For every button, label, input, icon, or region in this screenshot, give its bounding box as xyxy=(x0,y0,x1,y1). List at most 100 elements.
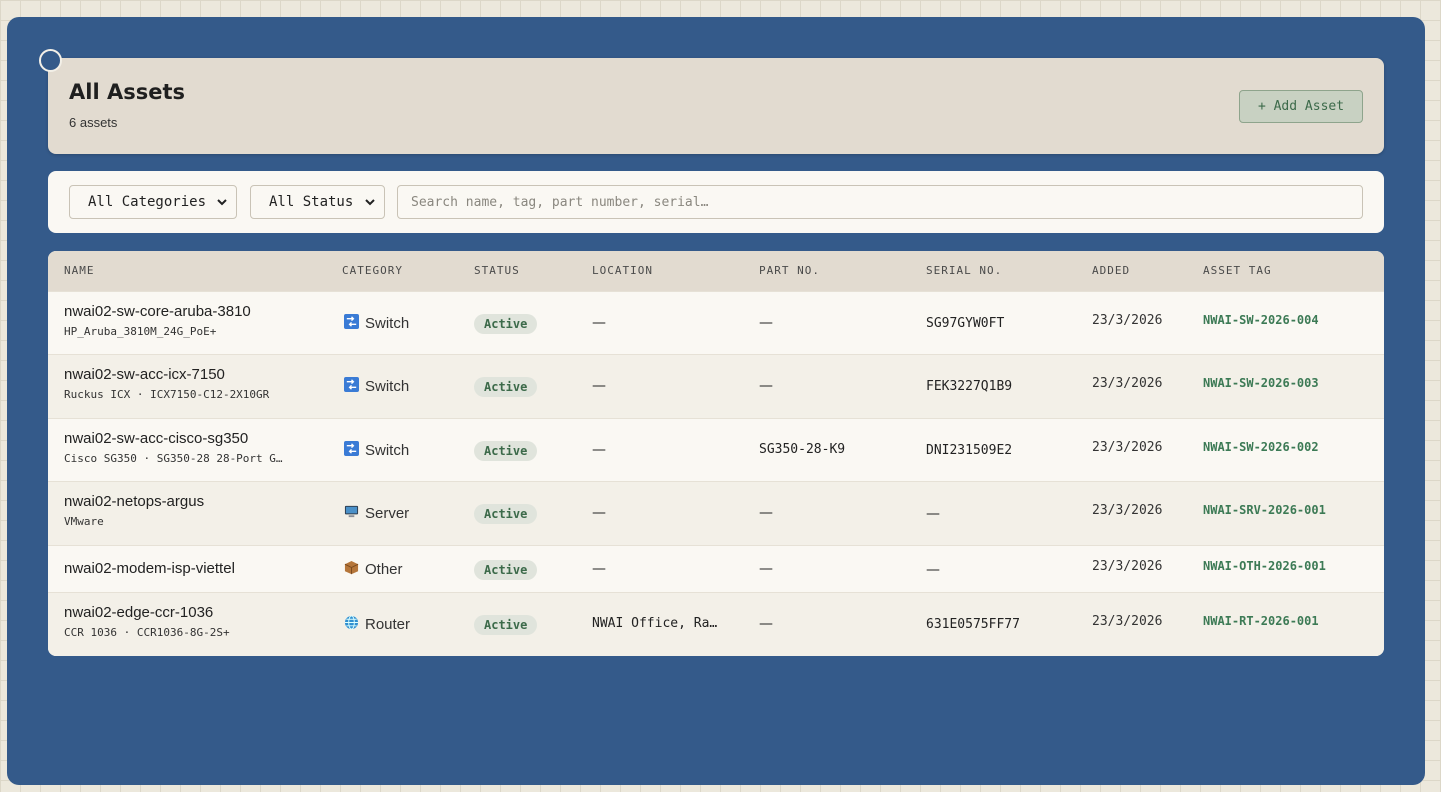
asset-added-date: 23/3/2026 xyxy=(1092,559,1163,574)
asset-count: 6 assets xyxy=(69,115,118,130)
page-header: All Assets 6 assets + Add Asset xyxy=(48,58,1384,154)
asset-added-date: 23/3/2026 xyxy=(1092,440,1163,455)
package-icon xyxy=(344,560,359,579)
column-header-serial-no[interactable]: SERIAL NO. xyxy=(926,264,1002,277)
asset-category: Switch xyxy=(344,377,409,396)
asset-location: — xyxy=(592,442,606,458)
asset-tag[interactable]: NWAI-RT-2026-001 xyxy=(1203,614,1319,628)
column-header-status[interactable]: STATUS xyxy=(474,264,520,277)
column-header-category[interactable]: CATEGORY xyxy=(342,264,403,277)
asset-name-cell[interactable]: nwai02-edge-ccr-1036 CCR 1036 · CCR1036-8… xyxy=(64,604,319,639)
status-badge: Active xyxy=(474,441,538,461)
page-title: All Assets xyxy=(69,80,185,104)
asset-tag[interactable]: NWAI-SW-2026-002 xyxy=(1203,440,1319,454)
globe-icon xyxy=(344,615,359,634)
asset-name[interactable]: nwai02-netops-argus xyxy=(64,493,319,510)
asset-model: CCR 1036 · CCR1036-8G-2S+ xyxy=(64,626,230,639)
column-header-part-no[interactable]: PART NO. xyxy=(759,264,820,277)
asset-part-no: — xyxy=(759,505,773,521)
asset-name-cell[interactable]: nwai02-modem-isp-viettel xyxy=(64,560,235,577)
asset-part-no: — xyxy=(759,378,773,394)
asset-tag[interactable]: NWAI-SRV-2026-001 xyxy=(1203,503,1326,517)
asset-category: Other xyxy=(344,560,403,579)
switch-icon xyxy=(344,441,359,460)
category-label: Router xyxy=(365,616,411,633)
app-frame: All Assets 6 assets + Add Asset All Cate… xyxy=(7,17,1425,785)
asset-status: Active xyxy=(474,376,538,397)
asset-location: — xyxy=(592,378,606,394)
asset-serial-no: — xyxy=(926,506,940,522)
asset-serial-no: SG97GYW0FT xyxy=(926,316,1005,331)
asset-name[interactable]: nwai02-modem-isp-viettel xyxy=(64,560,235,577)
asset-part-no: — xyxy=(759,315,773,331)
search-input[interactable] xyxy=(397,185,1363,219)
asset-serial-no: — xyxy=(926,562,940,578)
asset-part-no: — xyxy=(759,561,773,577)
chevron-down-icon xyxy=(364,194,376,213)
asset-tag[interactable]: NWAI-OTH-2026-001 xyxy=(1203,559,1326,573)
status-badge: Active xyxy=(474,615,538,635)
asset-category: Switch xyxy=(344,441,409,460)
table-row[interactable]: nwai02-sw-acc-cisco-sg350 Cisco SG350 · S… xyxy=(48,418,1384,481)
asset-part-no: SG350-28-K9 xyxy=(759,442,846,457)
category-select[interactable]: All Categories xyxy=(69,185,237,219)
asset-name[interactable]: nwai02-sw-acc-icx-7150 xyxy=(64,366,319,383)
status-badge: Active xyxy=(474,504,538,524)
chevron-down-icon xyxy=(216,194,228,213)
column-header-location[interactable]: LOCATION xyxy=(592,264,653,277)
asset-category: Router xyxy=(344,615,410,634)
switch-icon xyxy=(344,314,359,333)
status-badge: Active xyxy=(474,377,538,397)
drag-handle-circle[interactable] xyxy=(39,49,62,72)
asset-status: Active xyxy=(474,559,538,580)
server-icon xyxy=(344,504,359,523)
column-header-added[interactable]: ADDED xyxy=(1092,264,1130,277)
column-header-asset-tag[interactable]: ASSET TAG xyxy=(1203,264,1272,277)
asset-location: — xyxy=(592,561,606,577)
table-row[interactable]: nwai02-netops-argus VMware Server Active — — —… xyxy=(48,481,1384,545)
asset-name-cell[interactable]: nwai02-sw-core-aruba-3810 HP_Aruba_3810M_… xyxy=(64,303,319,338)
filter-bar: All Categories All Status xyxy=(48,171,1384,233)
table-header: NAME CATEGORY STATUS LOCATION PART NO. S… xyxy=(48,251,1384,291)
asset-serial-no: FEK3227Q1B9 xyxy=(926,379,1013,394)
asset-location: — xyxy=(592,505,606,521)
category-label: Other xyxy=(365,561,403,578)
asset-added-date: 23/3/2026 xyxy=(1092,503,1163,518)
switch-icon xyxy=(344,377,359,396)
asset-tag[interactable]: NWAI-SW-2026-004 xyxy=(1203,313,1319,327)
status-select[interactable]: All Status xyxy=(250,185,385,219)
column-header-name[interactable]: NAME xyxy=(64,264,95,277)
asset-model: HP_Aruba_3810M_24G_PoE+ xyxy=(64,325,217,338)
asset-model: Ruckus ICX · ICX7150-C12-2X10GR xyxy=(64,388,270,401)
asset-serial-no: 631E0575FF77 xyxy=(926,617,1020,632)
table-row[interactable]: nwai02-sw-core-aruba-3810 HP_Aruba_3810M_… xyxy=(48,291,1384,354)
asset-model: Cisco SG350 · SG350-28 28-Port G… xyxy=(64,452,283,465)
asset-name[interactable]: nwai02-sw-acc-cisco-sg350 xyxy=(64,430,319,447)
asset-name[interactable]: nwai02-edge-ccr-1036 xyxy=(64,604,319,621)
category-label: Server xyxy=(365,505,410,522)
asset-category: Switch xyxy=(344,314,409,333)
asset-name-cell[interactable]: nwai02-sw-acc-cisco-sg350 Cisco SG350 · S… xyxy=(64,430,319,465)
asset-category: Server xyxy=(344,504,409,523)
asset-status: Active xyxy=(474,313,538,334)
asset-status: Active xyxy=(474,503,538,524)
asset-name-cell[interactable]: nwai02-sw-acc-icx-7150 Ruckus ICX · ICX71… xyxy=(64,366,319,401)
asset-status: Active xyxy=(474,614,538,635)
asset-model: VMware xyxy=(64,515,104,528)
asset-serial-no: DNI231509E2 xyxy=(926,443,1013,458)
asset-location: NWAI Office, Ra… xyxy=(592,616,718,631)
table-row[interactable]: nwai02-sw-acc-icx-7150 Ruckus ICX · ICX71… xyxy=(48,354,1384,418)
status-badge: Active xyxy=(474,314,538,334)
category-label: Switch xyxy=(365,378,410,395)
asset-location: — xyxy=(592,315,606,331)
table-row[interactable]: nwai02-modem-isp-viettel Other Active — — — 23… xyxy=(48,545,1384,592)
category-label: Switch xyxy=(365,315,410,332)
asset-added-date: 23/3/2026 xyxy=(1092,313,1163,328)
add-asset-button[interactable]: + Add Asset xyxy=(1239,90,1363,123)
category-select-value: All Categories xyxy=(88,194,207,210)
table-row[interactable]: nwai02-edge-ccr-1036 CCR 1036 · CCR1036-8… xyxy=(48,592,1384,656)
asset-name[interactable]: nwai02-sw-core-aruba-3810 xyxy=(64,303,319,320)
asset-name-cell[interactable]: nwai02-netops-argus VMware xyxy=(64,493,319,528)
asset-tag[interactable]: NWAI-SW-2026-003 xyxy=(1203,376,1319,390)
assets-table: NAME CATEGORY STATUS LOCATION PART NO. S… xyxy=(48,251,1384,656)
